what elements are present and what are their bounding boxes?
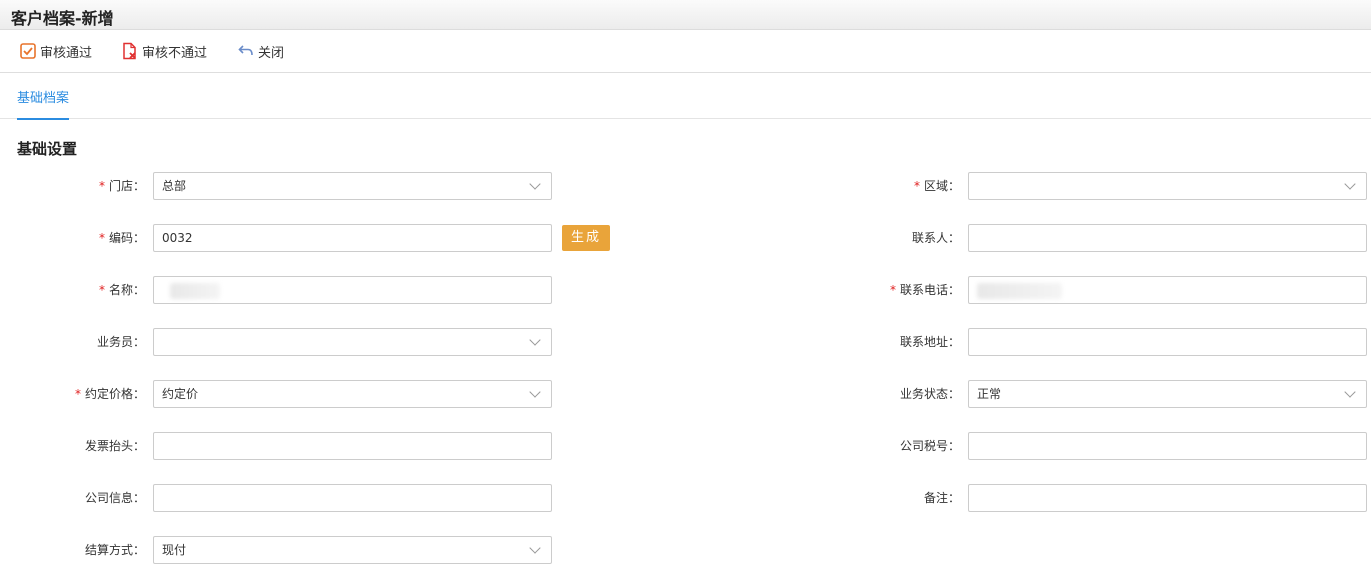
required-mark: * — [74, 387, 81, 401]
document-x-icon — [121, 42, 139, 60]
settlement-select[interactable]: 现付 — [153, 536, 552, 564]
phone-label: * 联系电话： — [889, 283, 960, 297]
region-label: * 区域： — [913, 179, 960, 193]
tab-basic-archive[interactable]: 基础档案 — [17, 87, 70, 120]
contact-label: 联系人： — [911, 231, 960, 245]
undo-arrow-icon — [237, 42, 255, 60]
toolbar: 审核通过 审核不通过 关闭 — [0, 30, 1371, 73]
address-label: 联系地址： — [899, 335, 960, 349]
invoice-title-label: 发票抬头： — [84, 439, 145, 453]
reject-label: 审核不通过 — [142, 45, 208, 61]
redacted-text — [977, 283, 1062, 299]
close-label: 关闭 — [258, 45, 285, 61]
checkbox-check-icon — [19, 42, 37, 60]
settlement-label: 结算方式： — [84, 543, 145, 557]
code-label: * 编码： — [98, 231, 145, 245]
address-input[interactable] — [968, 328, 1367, 356]
company-info-label: 公司信息： — [84, 491, 145, 505]
salesperson-select[interactable] — [153, 328, 552, 356]
remark-label: 备注： — [923, 491, 960, 505]
company-info-input[interactable] — [153, 484, 552, 512]
status-label: 业务状态： — [899, 387, 960, 401]
required-mark: * — [98, 231, 105, 245]
window-titlebar: 客户档案-新增 — [0, 0, 1371, 30]
remark-input[interactable] — [968, 484, 1367, 512]
tab-bar: 基础档案 — [0, 73, 1371, 120]
region-select[interactable] — [968, 172, 1367, 200]
required-mark: * — [913, 179, 920, 193]
tax-no-input[interactable] — [968, 432, 1367, 460]
price-type-label: * 约定价格： — [74, 387, 145, 401]
code-input[interactable]: 0032 — [153, 224, 552, 252]
close-button[interactable]: 关闭 — [237, 42, 285, 61]
phone-input[interactable] — [968, 276, 1367, 304]
invoice-title-input[interactable] — [153, 432, 552, 460]
section-title: 基础设置 — [17, 140, 78, 158]
generate-button[interactable]: 生成 — [562, 225, 610, 251]
window-title: 客户档案-新增 — [11, 9, 114, 28]
required-mark: * — [98, 179, 105, 193]
name-input[interactable] — [153, 276, 552, 304]
store-select[interactable]: 总部 — [153, 172, 552, 200]
approve-label: 审核通过 — [40, 45, 93, 61]
tax-no-label: 公司税号： — [899, 439, 960, 453]
reject-button[interactable]: 审核不通过 — [121, 42, 208, 61]
salesperson-label: 业务员： — [96, 335, 145, 349]
store-label: * 门店： — [98, 179, 145, 193]
redacted-text — [170, 283, 220, 299]
required-mark: * — [889, 283, 896, 297]
name-label: * 名称： — [98, 283, 145, 297]
required-mark: * — [98, 283, 105, 297]
price-type-select[interactable]: 约定价 — [153, 380, 552, 408]
approve-button[interactable]: 审核通过 — [19, 42, 93, 61]
contact-input[interactable] — [968, 224, 1367, 252]
status-select[interactable]: 正常 — [968, 380, 1367, 408]
